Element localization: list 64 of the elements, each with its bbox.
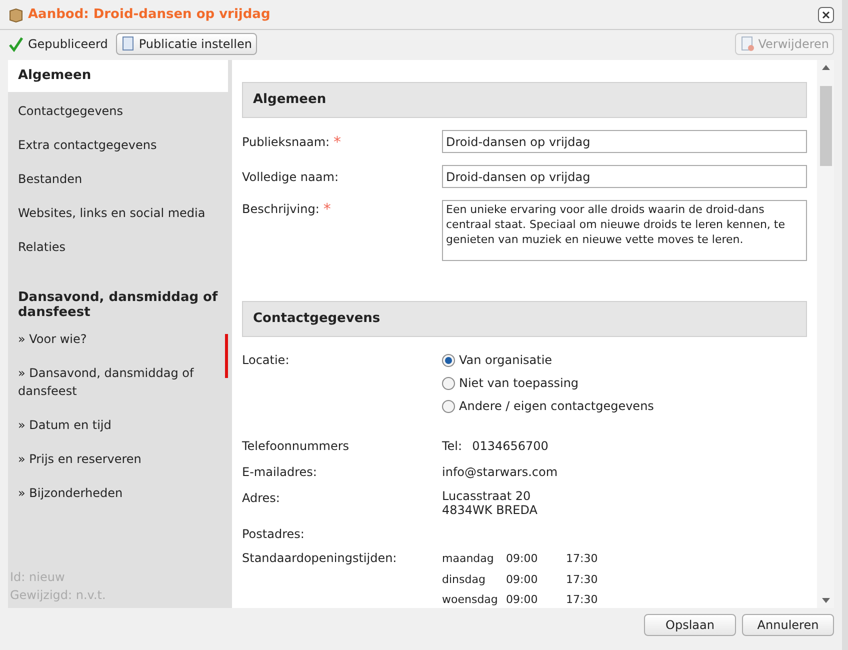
text-field[interactable]: Droid-dansen op vrijdag	[442, 165, 807, 188]
sidebar-item[interactable]: Websites, links en social media	[8, 198, 228, 228]
window-title: Aanbod: Droid-dansen op vrijdag	[28, 6, 270, 24]
field-label: Standaardopeningstijden:	[242, 551, 397, 565]
section-heading: Dansavond, dansmiddag of dansfeest	[17, 290, 219, 320]
radio-label: Van organisatie	[459, 352, 552, 369]
radio-label: Niet van toepassing	[459, 375, 579, 392]
field-label: Volledige naam:	[242, 168, 338, 186]
scrollbar-thumb[interactable]	[820, 86, 832, 166]
text-field[interactable]: Droid-dansen op vrijdag	[442, 130, 807, 153]
required-mark: *	[323, 200, 331, 218]
sidebar-item[interactable]: Contactgegevens	[8, 96, 228, 126]
day-cell-text: maandag	[442, 551, 495, 567]
time-cell-text: 09:00	[506, 551, 539, 567]
status-text: Gepubliceerd	[28, 36, 108, 53]
scroll-down-icon	[822, 598, 830, 604]
phone-prefix: Tel:	[442, 438, 462, 455]
field-label: Adres:	[242, 491, 280, 505]
close-icon	[822, 10, 830, 18]
field-label: E-mailadres:	[242, 465, 317, 479]
section-header: Contactgegevens	[242, 301, 807, 337]
time-cell-text: 17:30	[566, 572, 598, 588]
sidebar-item[interactable]: Extra contactgegevens	[8, 130, 228, 160]
publish-settings-button[interactable]: Publicatie instellen	[116, 33, 257, 55]
dialog-button[interactable]: Opslaan	[644, 614, 736, 636]
sidebar-item[interactable]: Bestanden	[8, 164, 228, 194]
document-icon	[740, 36, 754, 52]
email-text: info@starwars.com	[442, 464, 558, 481]
day-cell-text: dinsdag	[442, 572, 486, 588]
radio-button[interactable]	[442, 376, 455, 390]
sidebar-item[interactable]: Relaties	[8, 232, 228, 262]
time-cell-text: 09:00	[506, 572, 539, 588]
field-label: Beschrijving:	[242, 201, 320, 218]
sidebar-item[interactable]: Algemeen	[8, 60, 228, 92]
package-icon	[8, 6, 24, 22]
scrollbar[interactable]	[817, 60, 834, 608]
scroll-up-icon	[822, 64, 830, 70]
time-cell-text: 17:30	[566, 551, 598, 567]
phone-number: 0134656700	[472, 438, 548, 455]
document-icon	[120, 36, 135, 52]
radio-label: Andere / eigen contactgegevens	[459, 398, 654, 415]
field-label: Publieksnaam:	[242, 134, 330, 150]
close-button[interactable]	[818, 6, 834, 22]
time-cell: 17:30	[566, 592, 598, 608]
day-cell-text: woensdag	[442, 592, 499, 608]
description-field[interactable]: Een unieke ervaring voor alle droids waarin de droid-dans centraal staat. Speciaal om nieuwe droids te leren kennen, te genieten van muziek en nieuwe vette moves te leren.	[442, 200, 807, 261]
radio-button[interactable]	[442, 400, 455, 412]
address-line: Lucasstraat 20	[442, 489, 532, 503]
required-mark: *	[334, 132, 342, 150]
dialog-button[interactable]: Annuleren	[742, 614, 834, 636]
time-cell-text: 09:00	[506, 592, 539, 608]
splitter-marker[interactable]	[225, 334, 228, 378]
field-label: Postadres:	[242, 527, 304, 541]
checkmark-icon	[8, 36, 24, 52]
address-line: 4834WK BREDA	[442, 503, 538, 517]
section-header: Algemeen	[242, 82, 807, 118]
field-label: Locatie:	[242, 353, 290, 367]
sidebar-item[interactable]: » Voor wie?	[8, 324, 228, 354]
radio-button[interactable]	[442, 354, 455, 366]
sidebar-item[interactable]: » Datum en tijd	[8, 410, 228, 440]
sidebar-item[interactable]: » Bijzonderheden	[8, 478, 228, 508]
field-label: Telefoonnummers	[242, 439, 350, 453]
sidebar-item[interactable]: » Prijs en reserveren	[8, 444, 228, 474]
sidebar-item[interactable]: » Dansavond, dansmiddag of dansfeest	[8, 358, 228, 406]
